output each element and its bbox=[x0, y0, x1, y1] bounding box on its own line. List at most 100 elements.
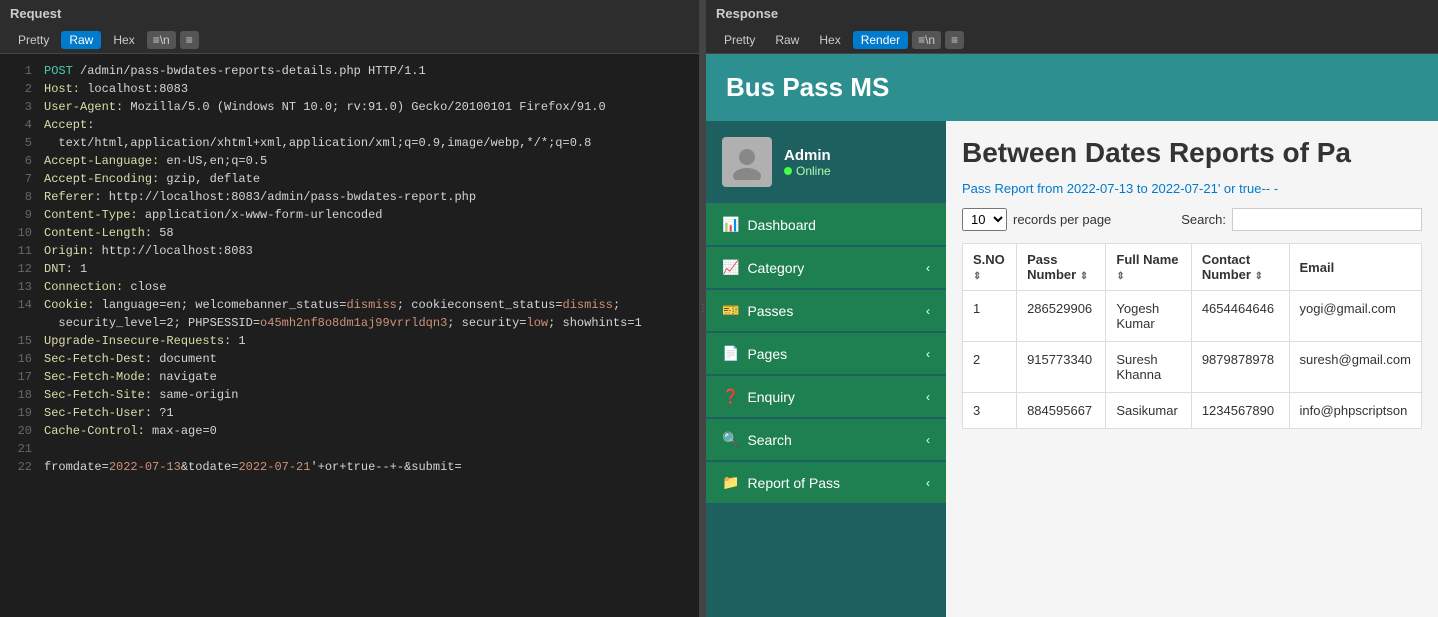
sidebar-item-passes[interactable]: 🎫 Passes ‹ bbox=[706, 290, 946, 331]
code-line-9: 9 Content-Type: application/x-www-form-u… bbox=[0, 206, 699, 224]
code-line-15: 15 Upgrade-Insecure-Requests: 1 bbox=[0, 332, 699, 350]
avatar bbox=[722, 137, 772, 187]
row2-email: suresh@gmail.com bbox=[1289, 342, 1422, 393]
user-info: Admin Online bbox=[784, 147, 831, 178]
sidebar-item-dashboard[interactable]: 📊 Dashboard bbox=[706, 204, 946, 245]
search-icon: 🔍 bbox=[722, 431, 739, 448]
col-email: Email bbox=[1289, 244, 1422, 291]
enquiry-chevron-icon: ‹ bbox=[926, 390, 930, 404]
col-contact-number: Contact Number ⇕ bbox=[1191, 244, 1289, 291]
webapp-title: Bus Pass MS bbox=[726, 72, 1418, 103]
row1-email: yogi@gmail.com bbox=[1289, 291, 1422, 342]
code-line-6: 6 Accept-Language: en-US,en;q=0.5 bbox=[0, 152, 699, 170]
sidebar-item-category[interactable]: 📈 Category ‹ bbox=[706, 247, 946, 288]
sidebar-item-dashboard-label: Dashboard bbox=[747, 217, 816, 233]
response-content: Bus Pass MS Admin Online bbox=[706, 54, 1438, 617]
code-line-8: 8 Referer: http://localhost:8083/admin/p… bbox=[0, 188, 699, 206]
resp-format-button[interactable]: ≡\n bbox=[912, 31, 941, 49]
category-chevron-icon: ‹ bbox=[926, 261, 930, 275]
code-line-21: 21 bbox=[0, 440, 699, 458]
sidebar-item-enquiry[interactable]: ❓ Enquiry ‹ bbox=[706, 376, 946, 417]
sidebar-item-passes-label: Passes bbox=[747, 303, 793, 319]
menu-button[interactable]: ≡ bbox=[180, 31, 199, 49]
request-toolbar: Pretty Raw Hex ≡\n ≡ bbox=[0, 27, 699, 54]
code-line-1: 1 POST /admin/pass-bwdates-reports-detai… bbox=[0, 62, 699, 80]
code-line-18: 18 Sec-Fetch-Site: same-origin bbox=[0, 386, 699, 404]
request-code: 1 POST /admin/pass-bwdates-reports-detai… bbox=[0, 54, 699, 617]
table-header-row: S.NO ⇕ Pass Number ⇕ Full Name ⇕ bbox=[963, 244, 1422, 291]
code-line-14b: security_level=2; PHPSESSID=o45mh2nf8o8d… bbox=[0, 314, 699, 332]
pass-number-sort-icon[interactable]: ⇕ bbox=[1080, 271, 1088, 282]
category-icon: 📈 bbox=[722, 259, 739, 276]
records-control: 10 25 50 records per page bbox=[962, 208, 1111, 231]
records-per-page-select[interactable]: 10 25 50 bbox=[962, 208, 1007, 231]
col-pass-number: Pass Number ⇕ bbox=[1017, 244, 1106, 291]
row1-pass-number: 286529906 bbox=[1017, 291, 1106, 342]
code-line-13: 13 Connection: close bbox=[0, 278, 699, 296]
dashboard-icon: 📊 bbox=[722, 216, 739, 233]
row3-sno: 3 bbox=[963, 393, 1017, 429]
resp-menu-button[interactable]: ≡ bbox=[945, 31, 964, 49]
search-label: Search: bbox=[1181, 212, 1226, 227]
report-controls: 10 25 50 records per page Search: bbox=[962, 208, 1422, 231]
table-row: 3 884595667 Sasikumar 1234567890 info@ph… bbox=[963, 393, 1422, 429]
full-name-sort-icon[interactable]: ⇕ bbox=[1116, 271, 1124, 282]
row1-contact-number: 4654464646 bbox=[1191, 291, 1289, 342]
resp-hex-button[interactable]: Hex bbox=[811, 31, 848, 49]
code-line-17: 17 Sec-Fetch-Mode: navigate bbox=[0, 368, 699, 386]
sidebar-item-search[interactable]: 🔍 Search ‹ bbox=[706, 419, 946, 460]
hex-button[interactable]: Hex bbox=[105, 31, 142, 49]
code-line-14: 14 Cookie: language=en; welcomebanner_st… bbox=[0, 296, 699, 314]
row3-contact-number: 1234567890 bbox=[1191, 393, 1289, 429]
report-page-title: Between Dates Reports of Pa bbox=[962, 137, 1422, 169]
row1-sno: 1 bbox=[963, 291, 1017, 342]
table-search-input[interactable] bbox=[1232, 208, 1422, 231]
code-line-16: 16 Sec-Fetch-Dest: document bbox=[0, 350, 699, 368]
table-row: 2 915773340 Suresh Khanna 9879878978 sur… bbox=[963, 342, 1422, 393]
sidebar-item-report-of-pass[interactable]: 📁 Report of Pass ‹ bbox=[706, 462, 946, 503]
status-dot bbox=[784, 167, 792, 175]
web-body: Admin Online 📊 Dashboard bbox=[706, 121, 1438, 617]
web-main-content: Between Dates Reports of Pa Pass Report … bbox=[946, 121, 1438, 617]
sidebar-item-pages[interactable]: 📄 Pages ‹ bbox=[706, 333, 946, 374]
code-line-22: 22 fromdate=2022-07-13&todate=2022-07-21… bbox=[0, 458, 699, 476]
response-title: Response bbox=[716, 6, 778, 21]
pages-icon: 📄 bbox=[722, 345, 739, 362]
row2-contact-number: 9879878978 bbox=[1191, 342, 1289, 393]
code-line-5: 5 text/html,application/xhtml+xml,applic… bbox=[0, 134, 699, 152]
sidebar-item-category-label: Category bbox=[747, 260, 804, 276]
sidebar-item-report-label: Report of Pass bbox=[747, 475, 840, 491]
status-label: Online bbox=[796, 164, 831, 178]
sidebar-item-search-label: Search bbox=[747, 432, 791, 448]
report-table: S.NO ⇕ Pass Number ⇕ Full Name ⇕ bbox=[962, 243, 1422, 429]
resp-render-button[interactable]: Render bbox=[853, 31, 908, 49]
user-name: Admin bbox=[784, 147, 831, 164]
sidebar-item-enquiry-label: Enquiry bbox=[747, 389, 794, 405]
code-line-10: 10 Content-Length: 58 bbox=[0, 224, 699, 242]
search-chevron-icon: ‹ bbox=[926, 433, 930, 447]
code-line-2: 2 Host: localhost:8083 bbox=[0, 80, 699, 98]
sidebar-item-pages-label: Pages bbox=[747, 346, 787, 362]
report-chevron-icon: ‹ bbox=[926, 476, 930, 490]
code-line-20: 20 Cache-Control: max-age=0 bbox=[0, 422, 699, 440]
row2-pass-number: 915773340 bbox=[1017, 342, 1106, 393]
response-panel: Response Pretty Raw Hex Render ≡\n ≡ Bus… bbox=[706, 0, 1438, 617]
row3-email: info@phpscriptson bbox=[1289, 393, 1422, 429]
request-title: Request bbox=[10, 6, 61, 21]
raw-button[interactable]: Raw bbox=[61, 31, 101, 49]
row2-full-name: Suresh Khanna bbox=[1106, 342, 1191, 393]
format-button[interactable]: ≡\n bbox=[147, 31, 176, 49]
row1-full-name: Yogesh Kumar bbox=[1106, 291, 1191, 342]
rendered-web-page: Bus Pass MS Admin Online bbox=[706, 54, 1438, 617]
request-header: Request bbox=[0, 0, 699, 27]
code-line-4: 4 Accept: bbox=[0, 116, 699, 134]
contact-sort-icon[interactable]: ⇕ bbox=[1255, 271, 1263, 282]
user-status: Online bbox=[784, 164, 831, 178]
resp-pretty-button[interactable]: Pretty bbox=[716, 31, 763, 49]
sno-sort-icon[interactable]: ⇕ bbox=[973, 271, 981, 282]
resp-raw-button[interactable]: Raw bbox=[767, 31, 807, 49]
pretty-button[interactable]: Pretty bbox=[10, 31, 57, 49]
passes-icon: 🎫 bbox=[722, 302, 739, 319]
web-sidebar: Admin Online 📊 Dashboard bbox=[706, 121, 946, 617]
code-line-3: 3 User-Agent: Mozilla/5.0 (Windows NT 10… bbox=[0, 98, 699, 116]
